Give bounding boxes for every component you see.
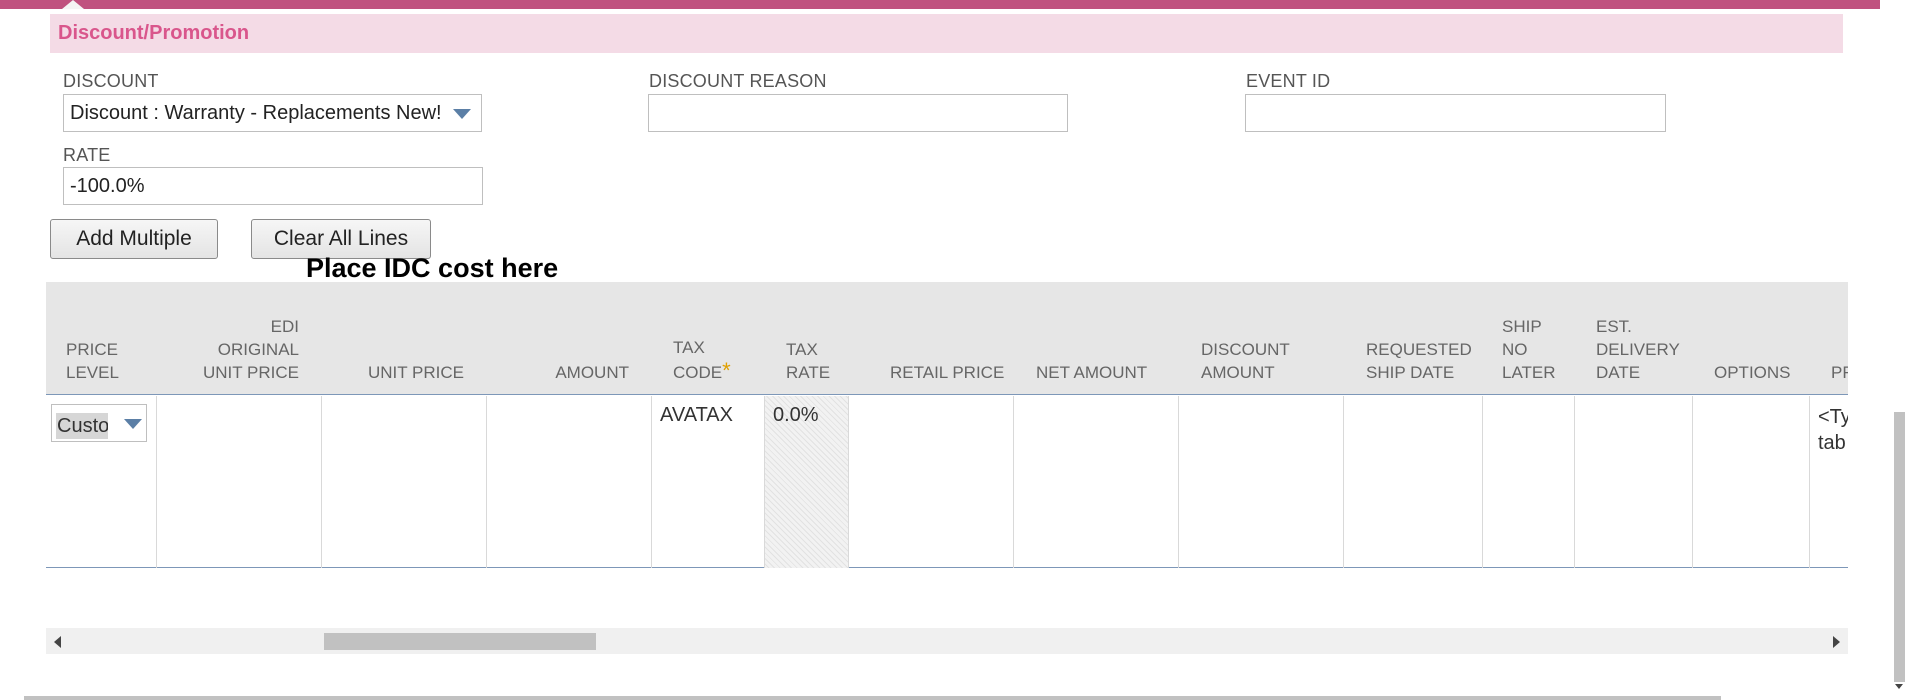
- cell-divider: [764, 396, 765, 568]
- cell-divider: [1013, 396, 1014, 568]
- col-retail-price[interactable]: RETAIL PRICE: [890, 361, 1004, 384]
- vertical-scrollbar[interactable]: [1890, 0, 1905, 700]
- col-requested-ship-date[interactable]: REQUESTED SHIP DATE: [1366, 338, 1472, 384]
- col-unit-price[interactable]: UNIT PRICE: [346, 361, 464, 384]
- chevron-down-icon[interactable]: [453, 109, 471, 119]
- cell-divider: [1178, 396, 1179, 568]
- section-title: Discount/Promotion: [50, 14, 1843, 53]
- grid-header: PRICE LEVEL EDI ORIGINAL UNIT PRICE UNIT…: [46, 282, 1848, 395]
- col-edi-original-unit-price[interactable]: EDI ORIGINAL UNIT PRICE: [186, 315, 299, 384]
- col-net-amount[interactable]: NET AMOUNT: [1036, 361, 1147, 384]
- horizontal-scroll-thumb[interactable]: [324, 633, 596, 650]
- line-items-grid: PRICE LEVEL EDI ORIGINAL UNIT PRICE UNIT…: [46, 282, 1848, 654]
- rate-input[interactable]: -100.0%: [63, 167, 483, 205]
- required-asterisk-icon: *: [722, 358, 731, 383]
- cell-divider: [848, 396, 849, 568]
- col-discount-amount[interactable]: DISCOUNT AMOUNT: [1201, 338, 1290, 384]
- cell-divider: [1343, 396, 1344, 568]
- discount-label: DISCOUNT: [63, 71, 159, 91]
- col-amount[interactable]: AMOUNT: [546, 361, 629, 384]
- add-multiple-button[interactable]: Add Multiple: [50, 219, 218, 259]
- discount-select[interactable]: Discount : Warranty - Replacements New!: [63, 94, 482, 132]
- horizontal-scrollbar[interactable]: [46, 628, 1848, 654]
- event-id-input[interactable]: [1245, 94, 1666, 132]
- col-tax-code[interactable]: TAX CODE*: [673, 336, 731, 384]
- discount-reason-label: DISCOUNT REASON: [649, 71, 827, 91]
- cell-divider: [486, 396, 487, 568]
- pr-cell[interactable]: <Ty tab: [1818, 404, 1848, 456]
- top-strip: [0, 0, 1880, 9]
- scroll-left-icon[interactable]: [54, 636, 61, 648]
- table-row[interactable]: Custo AVATAX 0.0% <Ty tab: [46, 396, 1848, 568]
- cell-divider: [1574, 396, 1575, 568]
- cell-divider: [156, 396, 157, 568]
- cell-divider: [1482, 396, 1483, 568]
- col-pr[interactable]: PR: [1831, 361, 1848, 384]
- price-level-value: Custo: [56, 413, 108, 439]
- tax-rate-value: 0.0%: [773, 404, 819, 426]
- col-price-level[interactable]: PRICE LEVEL: [66, 338, 119, 384]
- price-level-select[interactable]: Custo: [51, 404, 147, 442]
- col-options[interactable]: OPTIONS: [1714, 361, 1791, 384]
- col-tax-rate[interactable]: TAX RATE: [786, 338, 830, 384]
- rate-value: -100.0%: [70, 175, 145, 197]
- col-ship-no-later[interactable]: SHIP NO LATER: [1502, 315, 1556, 384]
- rate-label: RATE: [63, 145, 111, 165]
- cell-divider: [651, 396, 652, 568]
- col-est-delivery-date[interactable]: EST. DELIVERY DATE: [1596, 315, 1680, 384]
- event-id-label: EVENT ID: [1246, 71, 1331, 91]
- chevron-down-icon[interactable]: [124, 419, 142, 429]
- discount-reason-input[interactable]: [648, 94, 1068, 132]
- bottom-scroll-track: [24, 696, 1721, 700]
- scroll-right-icon[interactable]: [1833, 636, 1840, 648]
- tax-code-value[interactable]: AVATAX: [660, 404, 733, 427]
- cell-divider: [1692, 396, 1693, 568]
- cell-divider: [321, 396, 322, 568]
- vertical-scroll-thumb[interactable]: [1894, 412, 1905, 682]
- discount-value: Discount : Warranty - Replacements New!: [70, 102, 442, 124]
- cell-divider: [1809, 396, 1810, 568]
- tab-notch: [62, 0, 84, 9]
- annotation-text: Place IDC cost here: [306, 253, 559, 283]
- scroll-down-icon[interactable]: [1895, 684, 1903, 689]
